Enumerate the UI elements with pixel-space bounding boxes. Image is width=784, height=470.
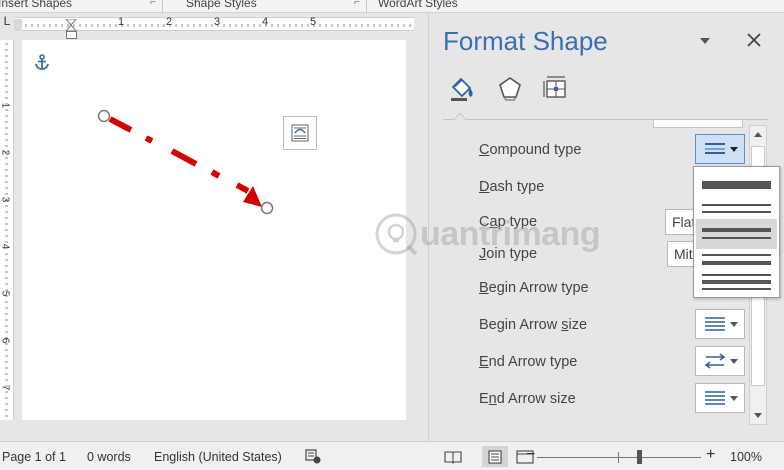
end-arrow-type-label: End Arrow type — [479, 354, 578, 370]
end-arrow-size-label: End Arrow size — [479, 391, 576, 407]
status-bar: Page 1 of 1 0 words English (United Stat… — [0, 441, 784, 470]
zoom-slider-thumb[interactable] — [637, 450, 642, 464]
selected-arrow-line[interactable] — [22, 40, 406, 420]
ruler-number: 3 — [214, 16, 221, 28]
ruler-number: 5 — [0, 290, 11, 297]
cap-type-label: Cap type — [479, 214, 538, 230]
arrow-size-lines-icon — [705, 317, 725, 331]
left-indent-marker[interactable] — [66, 31, 77, 39]
ruler-number: 2 — [166, 16, 173, 28]
end-arrow-type-dropdown[interactable] — [695, 346, 745, 376]
ruler-number: 6 — [0, 337, 11, 344]
begin-arrow-type-label: Begin Arrow type — [479, 280, 589, 296]
ruler-number: 4 — [262, 16, 269, 28]
language-indicator[interactable]: English (United States) — [154, 450, 282, 464]
previous-control-edge — [653, 120, 743, 128]
compound-lines-icon — [705, 143, 725, 154]
compound-type-menu — [693, 166, 780, 298]
selected-tab-pointer — [454, 113, 466, 120]
pentagon-icon[interactable] — [495, 73, 525, 103]
scroll-up-icon[interactable] — [753, 130, 763, 138]
ribbon-group-shape-styles: Shape Styles — [186, 0, 257, 10]
layout-options-icon — [291, 124, 309, 142]
ribbon-group-labels: Insert Shapes ⌐ Shape Styles ⌐ WordArt S… — [0, 0, 784, 12]
ruler-number: 4 — [0, 243, 11, 250]
word-count[interactable]: 0 words — [87, 450, 131, 464]
zoom-in-button[interactable]: + — [706, 446, 715, 464]
end-arrow-size-dropdown[interactable] — [695, 383, 745, 413]
read-mode-button[interactable] — [440, 446, 466, 467]
pane-title: Format Shape — [443, 26, 608, 56]
vertical-ruler-ticks — [5, 43, 8, 417]
ruler-number: 1 — [0, 102, 11, 109]
ruler-number: 2 — [0, 149, 11, 156]
paint-bucket-icon[interactable] — [447, 73, 477, 103]
ruler-number: 1 — [118, 16, 125, 28]
vertical-ruler[interactable]: 1 2 3 4 5 6 7 — [0, 40, 14, 420]
ruler-number: 7 — [0, 384, 11, 391]
ruler-number: 3 — [0, 196, 11, 203]
compound-option-triple[interactable] — [696, 267, 777, 297]
zoom-level[interactable]: 100% — [730, 450, 762, 464]
macro-recording-icon[interactable] — [305, 448, 321, 464]
begin-arrow-size-dropdown[interactable] — [695, 309, 745, 339]
ribbon-group-wordart-styles: WordArt Styles — [378, 0, 458, 10]
horizontal-ruler[interactable]: 1 2 3 4 5 — [14, 16, 414, 32]
pane-options-chevron-down-icon[interactable] — [697, 33, 713, 49]
size-layout-icon[interactable] — [541, 73, 571, 103]
document-page[interactable] — [22, 40, 406, 420]
page-count[interactable]: Page 1 of 1 — [2, 450, 66, 464]
compound-type-dropdown[interactable] — [695, 134, 745, 164]
dash-type-label: Dash type — [479, 179, 545, 195]
print-layout-icon — [488, 449, 502, 464]
start-handle[interactable] — [97, 109, 111, 123]
shape-styles-launcher-icon[interactable]: ⌐ — [354, 0, 360, 8]
join-type-label: Join type — [479, 246, 538, 262]
zoom-slider-midpoint — [618, 452, 619, 463]
arrow-type-icon — [704, 353, 726, 369]
arrow-dashes[interactable] — [108, 116, 250, 194]
zoom-slider-track[interactable] — [537, 457, 701, 458]
compound-type-label: Compound type — [479, 142, 582, 158]
ruler-number: 5 — [310, 16, 317, 28]
insert-shapes-launcher-icon[interactable]: ⌐ — [150, 0, 156, 8]
arrow-size-lines-icon — [705, 391, 725, 405]
layout-options-button[interactable] — [283, 116, 317, 150]
begin-arrow-size-label: Begin Arrow size — [479, 317, 588, 333]
ribbon-group-insert-shapes: Insert Shapes — [0, 0, 73, 10]
end-handle[interactable] — [260, 201, 274, 215]
pane-close-icon[interactable] — [745, 31, 763, 49]
print-layout-button[interactable] — [482, 446, 508, 467]
read-mode-icon — [444, 450, 462, 464]
scroll-down-icon[interactable] — [753, 412, 763, 420]
zoom-out-button[interactable]: − — [526, 446, 535, 464]
tab-selector[interactable]: L — [0, 13, 14, 30]
